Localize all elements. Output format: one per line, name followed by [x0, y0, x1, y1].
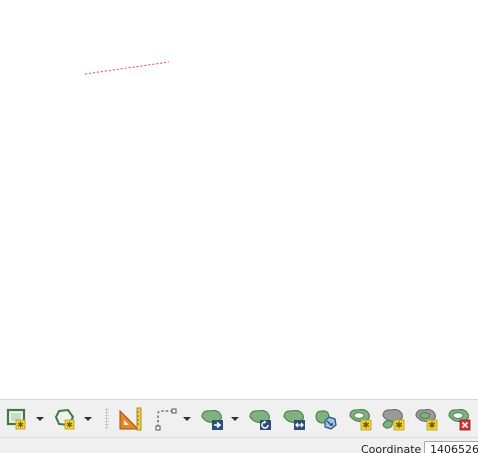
- toolbar-separator: [105, 408, 109, 430]
- move-feature-button[interactable]: [198, 405, 226, 433]
- chevron-down-icon: [183, 417, 191, 421]
- delete-ring-icon: [448, 409, 471, 431]
- coordinate-label: Coordinate: [361, 443, 422, 453]
- add-part-dropdown[interactable]: [82, 405, 94, 433]
- svg-text:✱: ✱: [428, 421, 436, 431]
- split-features-button[interactable]: ✱: [379, 405, 407, 433]
- svg-text:✱: ✱: [17, 421, 24, 430]
- simplify-feature-icon: [315, 410, 337, 430]
- rotate-feature-button[interactable]: [246, 405, 274, 433]
- rotate-feature-icon: [249, 410, 271, 430]
- offset-curve-button[interactable]: [280, 405, 308, 433]
- map-canvas[interactable]: [0, 0, 478, 399]
- chevron-down-icon: [36, 417, 44, 421]
- status-bar: Coordinate 1406526: [0, 437, 478, 453]
- add-part-icon: ✱: [54, 408, 75, 430]
- digitizing-toolbar: ✱ ✱ ✱ ✱ ✱: [0, 399, 478, 437]
- set-square-ruler-icon: [119, 407, 142, 431]
- select-rectangle-button[interactable]: [152, 405, 178, 433]
- map-layer: [84, 61, 170, 75]
- simplify-feature-button[interactable]: [313, 405, 341, 433]
- chevron-down-icon: [84, 417, 92, 421]
- coordinate-field[interactable]: 1406526: [424, 441, 478, 453]
- svg-text:✱: ✱: [362, 421, 370, 431]
- add-ring-button[interactable]: ✱: [4, 405, 30, 433]
- fill-ring-button[interactable]: ✱: [412, 405, 440, 433]
- measure-angle-button[interactable]: [116, 405, 144, 433]
- move-feature-dropdown[interactable]: [229, 405, 241, 433]
- svg-text:✱: ✱: [395, 421, 403, 431]
- add-ring-icon: ✱: [6, 408, 26, 430]
- fill-ring-icon: ✱: [415, 409, 438, 431]
- add-ring-feature-button[interactable]: ✱: [346, 405, 374, 433]
- delete-ring-button[interactable]: [445, 405, 473, 433]
- select-rectangle-dropdown[interactable]: [181, 405, 193, 433]
- add-ring-dropdown[interactable]: [34, 405, 46, 433]
- ring-star-icon: ✱: [349, 409, 372, 431]
- offset-curve-icon: [283, 410, 305, 430]
- svg-text:✱: ✱: [66, 421, 73, 430]
- add-part-button[interactable]: ✱: [52, 405, 78, 433]
- move-feature-icon: [201, 410, 223, 430]
- chevron-down-icon: [231, 417, 239, 421]
- split-features-icon: ✱: [382, 409, 405, 431]
- dashed-line-feature[interactable]: [84, 61, 170, 75]
- dashed-selection-icon: [155, 408, 177, 431]
